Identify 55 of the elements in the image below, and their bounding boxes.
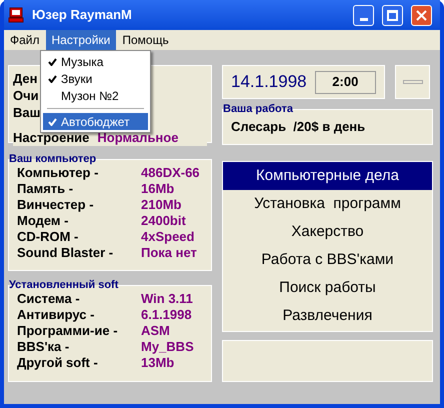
- menu-option[interactable]: Звуки: [43, 70, 148, 87]
- activity-item[interactable]: Поиск работы: [223, 274, 432, 302]
- time-field: 2:00: [314, 70, 376, 94]
- activity-item[interactable]: Хакерство: [223, 218, 432, 246]
- menu-item[interactable]: Помощь: [116, 30, 175, 50]
- status-label: Ваш: [13, 104, 40, 121]
- menu-item[interactable]: Настройки: [46, 30, 116, 50]
- field-value: 4xSpeed: [141, 229, 194, 245]
- menu-option[interactable]: Автобюджет: [43, 113, 148, 130]
- field-value: 210Mb: [141, 197, 182, 213]
- field-value: ASM: [141, 323, 170, 339]
- menu-option[interactable]: Музыка: [43, 53, 148, 70]
- close-button[interactable]: [411, 4, 432, 26]
- field-label: Sound Blaster -: [17, 245, 114, 261]
- menu-option[interactable]: Музон №2: [43, 87, 148, 104]
- field-value: My_BBS: [141, 339, 194, 355]
- status-label: Ден: [13, 70, 38, 87]
- group-title: Ваша работа: [223, 103, 293, 115]
- field-value: 13Mb: [141, 355, 174, 371]
- computer-icon: [8, 7, 24, 23]
- date-text: 14.1.1998: [231, 71, 307, 94]
- maximize-icon: [387, 10, 398, 20]
- field-label: CD-ROM -: [17, 229, 80, 245]
- field-label: Другой soft -: [17, 355, 99, 371]
- status-value: Нормальное: [97, 129, 178, 146]
- field-value: Пока нет: [141, 245, 197, 261]
- field-label: Память -: [17, 181, 74, 197]
- field-label: Компьютер -: [17, 165, 100, 181]
- activity-item[interactable]: Компьютерные дела: [223, 162, 432, 190]
- field-label: BBS'ка -: [17, 339, 70, 355]
- maximize-button[interactable]: [382, 4, 403, 26]
- field-label: Модем -: [17, 213, 70, 229]
- minimize-icon: [360, 18, 368, 20]
- window-title: Юзер RaymanM: [32, 6, 133, 24]
- group-title: Ваш компьютер: [9, 153, 96, 165]
- status-label: Очи: [13, 87, 39, 104]
- field-label: Программи-ие -: [17, 323, 119, 339]
- field-label: Антивирус -: [17, 307, 96, 323]
- menu-item[interactable]: Файл: [4, 30, 46, 50]
- close-icon: [416, 10, 427, 20]
- status-label: Настроение: [13, 129, 90, 146]
- job-text: Слесарь /20$ в день: [231, 118, 366, 136]
- activity-item[interactable]: Развлечения: [223, 302, 432, 330]
- field-label: Винчестер -: [17, 197, 95, 213]
- field-label: Система -: [17, 291, 81, 307]
- minimize-button[interactable]: [353, 4, 374, 26]
- field-value: 486DX-66: [141, 165, 200, 181]
- field-value: 6.1.1998: [141, 307, 192, 323]
- group-title: Установленный soft: [9, 279, 118, 291]
- activity-item[interactable]: Установка программ: [223, 190, 432, 218]
- activity-item[interactable]: Работа с BBS'ками: [223, 246, 432, 274]
- field-value: 2400bit: [141, 213, 186, 229]
- dash-icon: [402, 80, 422, 84]
- field-value: 16Mb: [141, 181, 174, 197]
- field-value: Win 3.11: [141, 291, 193, 307]
